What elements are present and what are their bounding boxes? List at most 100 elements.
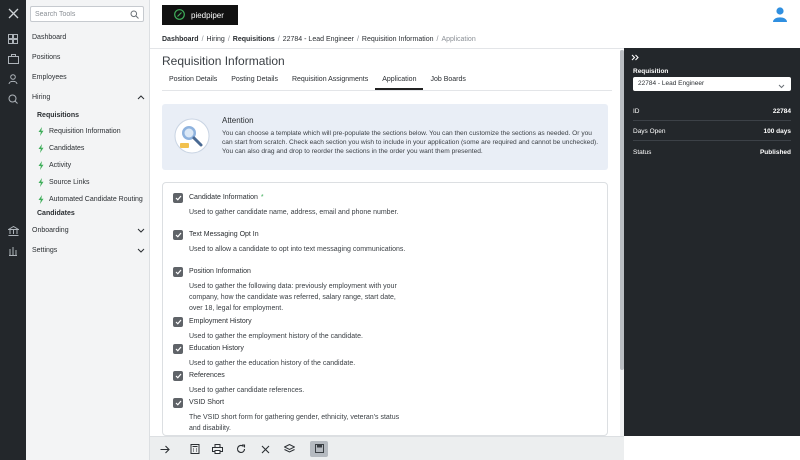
- tab-application[interactable]: Application: [375, 74, 424, 90]
- layers-icon[interactable]: [282, 442, 296, 456]
- section-description: Used to gather the following data: previ…: [189, 283, 397, 312]
- section-label: References: [189, 372, 225, 379]
- sidebar-item-label: Requisition Information: [49, 127, 121, 135]
- section-description: Used to gather the education history of …: [189, 360, 356, 367]
- info-illustration-icon: [174, 118, 210, 154]
- requisition-select-value: 22784 - Lead Engineer: [638, 80, 705, 87]
- section-description: Used to gather candidate name, address, …: [189, 209, 399, 216]
- building-icon[interactable]: [6, 244, 20, 258]
- sidebar-item-hiring-candidates[interactable]: Candidates: [37, 210, 75, 217]
- bolt-icon: [38, 177, 46, 187]
- breadcrumb: Dashboard / Hiring / Requisitions/22784 - Le…: [162, 36, 476, 43]
- bolt-icon: [38, 160, 46, 170]
- tab-job-boards[interactable]: Job Boards: [423, 74, 472, 90]
- attention-banner: Attention You can choose a template whic…: [162, 104, 608, 170]
- section-description: Used to gather the employment history of…: [189, 333, 363, 340]
- search-input[interactable]: [31, 7, 127, 21]
- search-icon[interactable]: [130, 10, 139, 21]
- hiring-icon[interactable]: [6, 92, 20, 106]
- panel-row-key: Days Open: [633, 128, 666, 135]
- double-chevron-right-icon[interactable]: [631, 54, 640, 63]
- requisition-select[interactable]: 22784 - Lead Engineer: [633, 77, 791, 91]
- close-icon[interactable]: [6, 6, 20, 20]
- chevron-down-icon[interactable]: [137, 248, 145, 256]
- sidebar-item-automated-candidate-routing[interactable]: Automated Candidate Routing: [38, 193, 146, 205]
- sidebar-item-label: Activity: [49, 161, 72, 169]
- sidebar-item-employees[interactable]: Employees: [32, 74, 67, 81]
- checkbox-checked[interactable]: [173, 193, 183, 203]
- checkbox-checked[interactable]: [173, 230, 183, 240]
- panel-divider: [633, 120, 791, 121]
- breadcrumb-current: Application: [441, 36, 476, 43]
- tab-requisition-assignments[interactable]: Requisition Assignments: [285, 74, 375, 90]
- tab-position-details[interactable]: Position Details: [162, 74, 224, 90]
- chevron-down-icon[interactable]: [137, 228, 145, 236]
- logo-icon: [174, 8, 185, 22]
- bolt-icon: [38, 194, 46, 204]
- person-icon[interactable]: [6, 72, 20, 86]
- application-sections-list: Candidate Information * Used to gather ca…: [162, 182, 608, 436]
- sidebar-item-requisition-information[interactable]: Requisition Information: [38, 125, 146, 137]
- bolt-icon: [38, 143, 46, 153]
- breadcrumb-requisitions[interactable]: Requisitions: [233, 36, 275, 43]
- attention-text: You can choose a template which will pre…: [222, 130, 599, 156]
- tab-posting-details[interactable]: Posting Details: [224, 74, 285, 90]
- save-icon: [314, 443, 324, 455]
- section-label: Text Messaging Opt In: [189, 231, 259, 238]
- section-description: Used to gather candidate references.: [189, 387, 305, 394]
- sidebar-item-label: Automated Candidate Routing: [49, 195, 143, 203]
- section-label: Employment History: [189, 318, 252, 325]
- bank-icon[interactable]: [6, 224, 20, 238]
- arrow-right-icon[interactable]: [158, 442, 172, 456]
- panel-row-value: Published: [759, 149, 791, 156]
- logo-text: piedpiper: [191, 10, 224, 20]
- sidebar-item-candidates[interactable]: Candidates: [38, 142, 146, 154]
- breadcrumb-dashboard[interactable]: Dashboard: [162, 36, 199, 43]
- checkbox-checked[interactable]: [173, 371, 183, 381]
- breadcrumb-requisition-information[interactable]: Requisition Information: [362, 36, 434, 43]
- chevron-up-icon[interactable]: [137, 94, 145, 102]
- section-label: Position Information: [189, 268, 251, 275]
- company-logo[interactable]: piedpiper: [162, 5, 238, 25]
- checkbox-checked[interactable]: [173, 267, 183, 277]
- sidebar-item-settings[interactable]: Settings: [32, 247, 57, 254]
- print-icon[interactable]: [210, 442, 224, 456]
- sidebar-item-label: Source Links: [49, 178, 90, 186]
- refresh-icon[interactable]: [234, 442, 248, 456]
- bolt-icon: [38, 126, 46, 136]
- sidebar-item-positions[interactable]: Positions: [32, 54, 60, 61]
- panel-row-value: 100 days: [763, 128, 791, 135]
- sidebar-item-source-links[interactable]: Source Links: [38, 176, 146, 188]
- panel-row-key: Status: [633, 149, 652, 156]
- checkbox-checked[interactable]: [173, 344, 183, 354]
- chevron-down-icon: [778, 81, 785, 95]
- panel-divider: [633, 140, 791, 141]
- section-label: Education History: [189, 345, 244, 352]
- breadcrumb-hiring[interactable]: Hiring: [207, 36, 225, 43]
- close-icon[interactable]: [258, 442, 272, 456]
- sidebar: Dashboard Positions Employees Hiring Req…: [26, 0, 150, 460]
- search-box[interactable]: [30, 6, 144, 22]
- sidebar-item-activity[interactable]: Activity: [38, 159, 146, 171]
- sidebar-item-onboarding[interactable]: Onboarding: [32, 227, 69, 234]
- sidebar-item-dashboard[interactable]: Dashboard: [32, 34, 66, 41]
- tab-divider: [162, 90, 612, 91]
- requisition-label: Requisition: [633, 68, 669, 75]
- checkbox-checked[interactable]: [173, 398, 183, 408]
- sidebar-item-requisitions[interactable]: Requisitions: [37, 112, 79, 119]
- panel-row-key: ID: [633, 108, 640, 115]
- section-label: Candidate Information *: [189, 194, 264, 201]
- section-description: The VSID short form for gathering gender…: [189, 414, 400, 432]
- dashboard-icon[interactable]: [6, 32, 20, 46]
- save-button[interactable]: [310, 441, 328, 457]
- sidebar-item-hiring[interactable]: Hiring: [32, 94, 50, 101]
- user-avatar[interactable]: [772, 6, 788, 22]
- required-mark: *: [260, 194, 264, 201]
- calculator-icon[interactable]: [188, 442, 202, 456]
- icon-rail: [0, 0, 26, 460]
- breadcrumb-requisition[interactable]: 22784 - Lead Engineer: [283, 36, 354, 43]
- bottom-toolbar: [150, 436, 624, 460]
- checkbox-checked[interactable]: [173, 317, 183, 327]
- briefcase-icon[interactable]: [6, 52, 20, 66]
- sidebar-item-label: Candidates: [49, 144, 85, 152]
